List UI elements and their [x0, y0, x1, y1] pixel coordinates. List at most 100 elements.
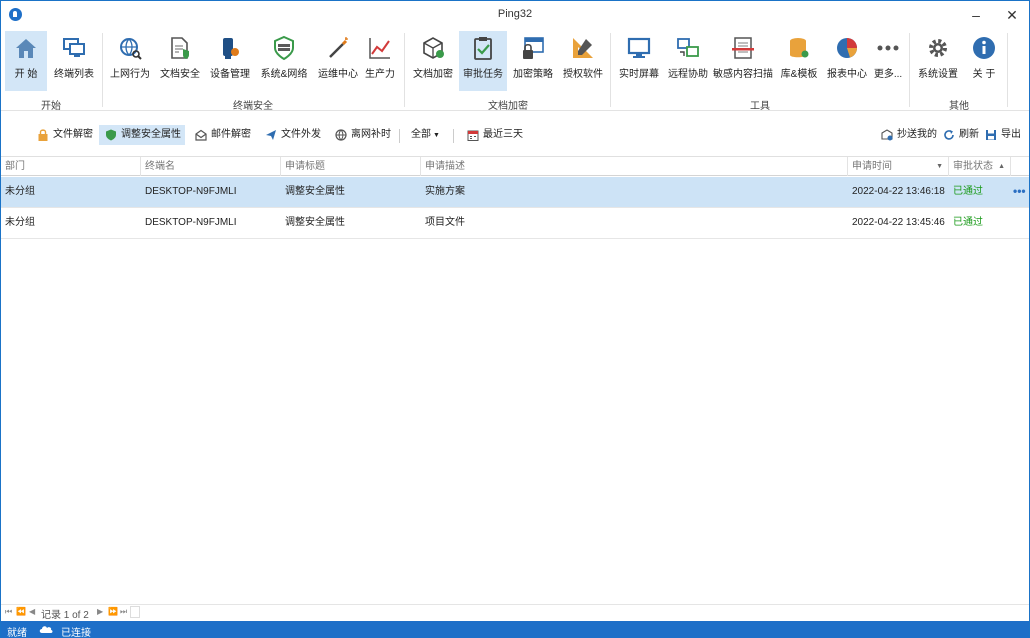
mail-decrypt-button[interactable]: 邮件解密: [189, 125, 255, 145]
cell-terminal: DESKTOP-N9FJMLI: [145, 217, 237, 228]
home-icon: [16, 39, 36, 58]
cell-time: 2022-04-22 13:46:18: [852, 186, 945, 197]
cell-terminal: DESKTOP-N9FJMLI: [145, 186, 237, 197]
encrypt-policy-button[interactable]: 加密策略: [509, 31, 557, 91]
approval-tasks-button[interactable]: 审批任务: [459, 31, 507, 91]
prev-page-button[interactable]: ◀: [29, 607, 35, 616]
window-title: Ping32: [497, 8, 533, 20]
clipboard-check-icon: [474, 37, 492, 60]
productivity-button[interactable]: 生产力: [363, 31, 397, 91]
sensitive-scan-button[interactable]: 敏感内容扫描: [713, 31, 773, 91]
globe-icon: [335, 129, 347, 141]
table-header: 部门 终端名 申请标题 申请描述 申请时间 ▼ 审批状态 ▲: [1, 156, 1029, 176]
column-header-request-title[interactable]: 申请标题: [281, 157, 421, 176]
cell-status: 已通过: [953, 186, 983, 197]
cell-dept: 未分组: [5, 186, 35, 197]
calendar-icon: [467, 130, 479, 141]
cell-desc: 实施方案: [425, 186, 465, 197]
column-header-request-time[interactable]: 申请时间 ▼: [848, 157, 949, 176]
group-divider: [404, 33, 405, 107]
doc-encrypt-button[interactable]: 文档加密: [409, 31, 457, 91]
cell-status: 已通过: [953, 217, 983, 228]
line-chart-icon: [369, 38, 390, 59]
group-label-doc-encryption: 文档加密: [488, 101, 528, 112]
group-divider: [102, 33, 103, 107]
ruler-pencil-icon: [573, 38, 593, 58]
sort-asc-icon: ▲: [998, 163, 1005, 170]
status-connected: 已连接: [61, 628, 91, 638]
export-button[interactable]: 导出: [979, 125, 1025, 145]
cc-mail-icon: [881, 129, 893, 141]
last-page-button[interactable]: ⏭: [120, 607, 127, 617]
device-mgmt-button[interactable]: 设备管理: [207, 31, 253, 91]
usb-device-icon: [223, 38, 239, 59]
send-icon: [266, 130, 276, 140]
gear-icon: [929, 39, 947, 57]
more-button[interactable]: 更多...: [871, 31, 905, 91]
column-header-dept[interactable]: 部门: [1, 157, 141, 176]
scan-document-icon: [732, 37, 754, 59]
adjust-security-button[interactable]: 调整安全属性: [99, 125, 185, 145]
ribbon: 开 始 终端列表 上网行为 文档安全 设备管理 系统&网络 运维中心 生产力 文…: [1, 29, 1029, 112]
system-settings-button[interactable]: 系统设置: [915, 31, 961, 91]
report-center-button[interactable]: 报表中心: [825, 31, 869, 91]
table-row[interactable]: 未分组 DESKTOP-N9FJMLI 调整安全属性 项目文件 2022-04-…: [1, 208, 1029, 239]
table-row[interactable]: 未分组 DESKTOP-N9FJMLI 调整安全属性 实施方案 2022-04-…: [1, 177, 1029, 208]
refresh-button[interactable]: 刷新: [937, 125, 983, 145]
cloud-icon: [39, 626, 53, 633]
about-button[interactable]: 关 于: [965, 31, 1003, 91]
toolbar-divider: [453, 129, 454, 143]
all-filter-dropdown[interactable]: 全部 ▼: [403, 125, 444, 145]
doc-security-button[interactable]: 文档安全: [157, 31, 203, 91]
cell-desc: 项目文件: [425, 217, 465, 228]
row-more-button[interactable]: •••: [1013, 177, 1026, 205]
realtime-screen-button[interactable]: 实时屏幕: [615, 31, 663, 91]
policy-lock-icon: [523, 37, 544, 59]
terminal-list-button[interactable]: 终端列表: [51, 31, 97, 91]
cell-time: 2022-04-22 13:45:46: [852, 217, 945, 228]
sort-desc-icon: ▼: [936, 163, 943, 170]
cc-mine-button[interactable]: 抄送我的: [875, 125, 941, 145]
app-window: Ping32 – ✕ 开 始 终端列表 上网行为 文档安全 设备管理 系统&网络…: [0, 0, 1030, 638]
database-icon: [790, 38, 809, 58]
ops-center-button[interactable]: 运维中心: [315, 31, 361, 91]
record-count: 记录 1 of 2: [41, 610, 89, 621]
offline-patch-button[interactable]: 离网补时: [329, 125, 395, 145]
last-three-days-button[interactable]: 最近三天: [461, 125, 527, 145]
scrollbar-left[interactable]: [130, 606, 140, 618]
filter-toolbar: 文件解密 调整安全属性 邮件解密 文件外发 离网补时 全部 ▼ 最近三天 抄送我…: [1, 123, 1029, 149]
document-shield-icon: [171, 37, 189, 59]
status-bar: 就绪 已连接: [1, 621, 1029, 638]
firewall-shield-icon: [274, 35, 294, 61]
cell-title: 调整安全属性: [285, 217, 345, 228]
first-page-button[interactable]: ⏮: [5, 607, 12, 617]
web-behavior-button[interactable]: 上网行为: [107, 31, 153, 91]
close-button[interactable]: ✕: [995, 1, 1029, 29]
group-divider: [610, 33, 611, 107]
system-network-button[interactable]: 系统&网络: [257, 31, 311, 91]
column-header-terminal[interactable]: 终端名: [141, 157, 281, 176]
monitor-icon: [627, 37, 651, 58]
minimize-button[interactable]: –: [959, 1, 993, 29]
toolbar-divider: [399, 129, 400, 143]
group-label-terminal-security: 终端安全: [233, 101, 273, 112]
column-header-status[interactable]: 审批状态 ▲: [949, 157, 1011, 176]
encrypted-box-icon: [423, 37, 444, 59]
save-disk-icon: [986, 130, 996, 140]
library-template-button[interactable]: 库&模板: [777, 31, 821, 91]
status-ready: 就绪: [7, 628, 27, 638]
chevron-down-icon: ▼: [433, 132, 440, 139]
globe-search-icon: [120, 38, 142, 60]
prev-group-button[interactable]: ⏪: [16, 607, 26, 616]
pager: ⏮ ⏪ ◀ 记录 1 of 2 ▶ ⏩ ⏭: [1, 604, 1029, 621]
column-header-request-desc[interactable]: 申请描述: [421, 157, 848, 176]
next-page-button[interactable]: ▶: [97, 607, 103, 616]
remote-assist-button[interactable]: 远程协助: [665, 31, 711, 91]
authorized-software-button[interactable]: 授权软件: [559, 31, 607, 91]
file-decrypt-button[interactable]: 文件解密: [31, 125, 97, 145]
home-button[interactable]: 开 始: [5, 31, 47, 91]
next-group-button[interactable]: ⏩: [108, 607, 118, 616]
shield-icon: [106, 129, 116, 141]
title-bar: Ping32 – ✕: [1, 1, 1029, 29]
file-outgoing-button[interactable]: 文件外发: [259, 125, 325, 145]
